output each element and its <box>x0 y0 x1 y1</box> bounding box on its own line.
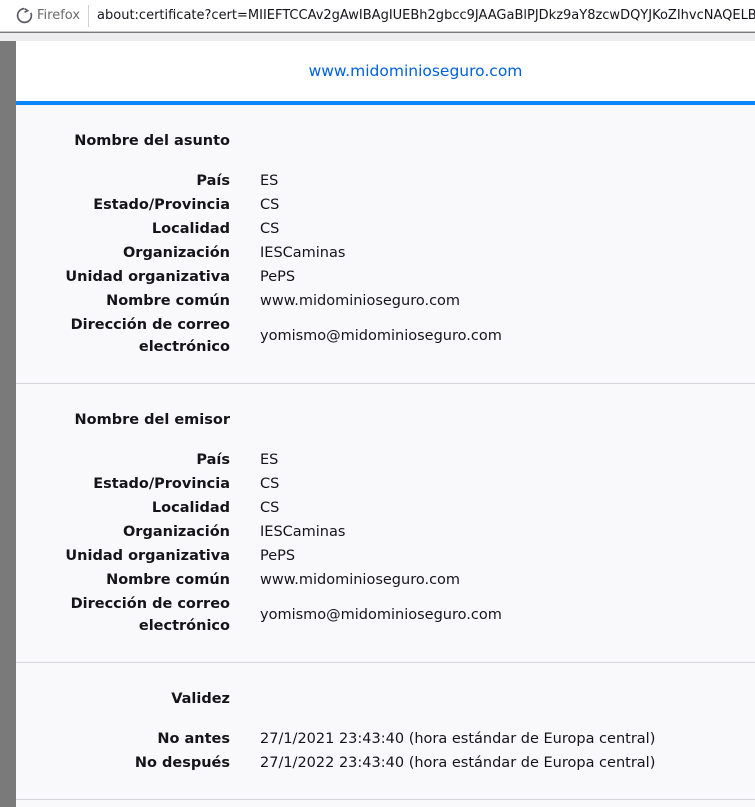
validity-row-not-after: No después 27/1/2022 23:43:40 (hora está… <box>16 751 755 775</box>
url-text[interactable]: about:certificate?cert=MIIEFTCCAv2gAwIBA… <box>97 8 755 23</box>
firefox-identity-icon <box>16 7 33 24</box>
row-value: yomismo@midominioseguro.com <box>260 607 502 623</box>
issuer-row-org-unit: Unidad organizativa PePS <box>16 544 755 568</box>
row-value: PePS <box>260 548 296 564</box>
row-label-line2: electrónico <box>138 339 230 355</box>
row-label: No después <box>134 755 230 771</box>
row-value: 27/1/2022 23:43:40 (hora estándar de Eur… <box>260 755 656 771</box>
row-label: Nombre común <box>106 293 230 309</box>
url-bar[interactable]: Firefox about:certificate?cert=MIIEFTCCA… <box>0 0 755 32</box>
subject-section: Nombre del asunto País ES Estado/Provinc… <box>16 105 755 384</box>
row-value: PePS <box>260 269 296 285</box>
row-label: Localidad <box>151 221 230 237</box>
row-value: yomismo@midominioseguro.com <box>260 328 502 344</box>
issuer-row-locality: Localidad CS <box>16 496 755 520</box>
row-label-line2: electrónico <box>138 618 230 634</box>
row-value: ES <box>260 173 279 189</box>
row-value: IESCaminas <box>260 524 346 540</box>
row-label: Organización <box>122 524 230 540</box>
row-label: Estado/Provincia <box>93 476 230 492</box>
validity-row-not-before: No antes 27/1/2021 23:43:40 (hora estánd… <box>16 727 755 751</box>
certificate-page: www.midominioseguro.com Nombre del asunt… <box>16 41 755 807</box>
subject-row-organization: Organización IESCaminas <box>16 241 755 265</box>
subject-row-org-unit: Unidad organizativa PePS <box>16 265 755 289</box>
row-value: www.midominioseguro.com <box>260 572 461 588</box>
row-label: Unidad organizativa <box>65 269 230 285</box>
toolbar-divider <box>0 33 755 41</box>
issuer-row-common-name: Nombre común www.midominioseguro.com <box>16 568 755 592</box>
row-label: Unidad organizativa <box>65 548 230 564</box>
validity-title: Validez <box>171 691 230 707</box>
validity-section: Validez No antes 27/1/2021 23:43:40 (hor… <box>16 663 755 800</box>
subject-row-common-name: Nombre común www.midominioseguro.com <box>16 289 755 313</box>
row-label: Dirección de correo electrónico <box>16 314 230 358</box>
row-value: CS <box>260 197 280 213</box>
row-value: CS <box>260 500 280 516</box>
row-label: País <box>196 452 230 468</box>
certificate-tab-title[interactable]: www.midominioseguro.com <box>309 62 523 80</box>
row-label: Dirección de correo electrónico <box>16 593 230 637</box>
subject-row-state: Estado/Provincia CS <box>16 193 755 217</box>
issuer-row-organization: Organización IESCaminas <box>16 520 755 544</box>
row-label: Organización <box>122 245 230 261</box>
subject-row-country: País ES <box>16 169 755 193</box>
subject-row-email: Dirección de correo electrónico yomismo@… <box>16 313 755 359</box>
identity-box[interactable]: Firefox <box>0 4 90 27</box>
identity-label: Firefox <box>37 8 81 23</box>
row-value: ES <box>260 452 279 468</box>
row-label: No antes <box>157 731 230 747</box>
issuer-section: Nombre del emisor País ES Estado/Provinc… <box>16 384 755 663</box>
row-value: CS <box>260 476 280 492</box>
row-label: Nombre común <box>106 572 230 588</box>
row-label: Localidad <box>151 500 230 516</box>
row-value: www.midominioseguro.com <box>260 293 461 309</box>
issuer-title: Nombre del emisor <box>74 412 230 428</box>
certificate-header: www.midominioseguro.com <box>16 41 755 105</box>
row-label-line1: Dirección de correo <box>70 317 230 333</box>
row-value: CS <box>260 221 280 237</box>
row-label: País <box>196 173 230 189</box>
issuer-row-country: País ES <box>16 448 755 472</box>
subject-title: Nombre del asunto <box>74 133 230 149</box>
row-value: 27/1/2021 23:43:40 (hora estándar de Eur… <box>260 731 656 747</box>
row-label-line1: Dirección de correo <box>70 596 230 612</box>
subject-row-locality: Localidad CS <box>16 217 755 241</box>
row-value: IESCaminas <box>260 245 346 261</box>
row-label: Estado/Provincia <box>93 197 230 213</box>
issuer-row-email: Dirección de correo electrónico yomismo@… <box>16 592 755 638</box>
issuer-row-state: Estado/Provincia CS <box>16 472 755 496</box>
